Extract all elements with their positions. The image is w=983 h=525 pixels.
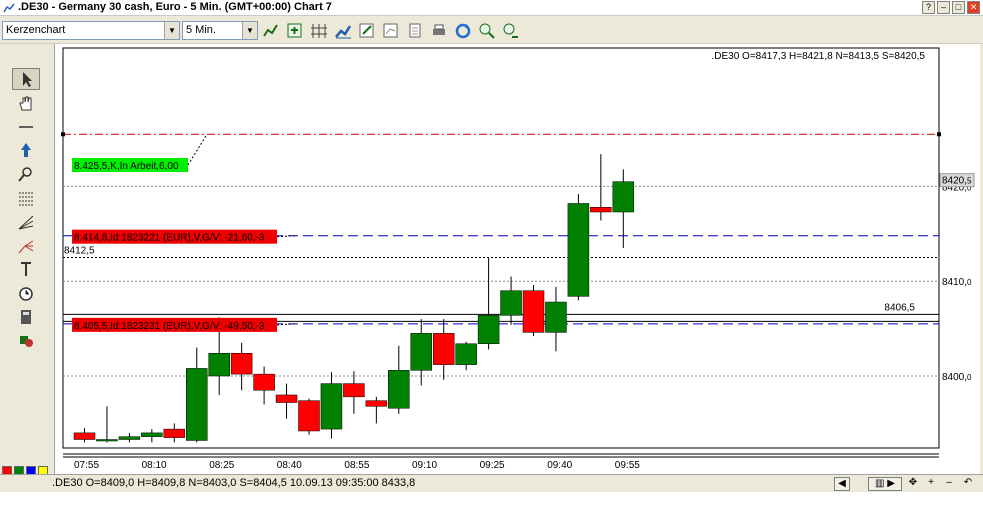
refresh-icon[interactable] (454, 22, 472, 40)
x-tick-label: 09:25 (480, 460, 505, 471)
print-icon[interactable] (430, 22, 448, 40)
candle-down (73, 432, 96, 440)
current-price-decimal: 5 (967, 177, 972, 186)
y-tick-label: 8410,0 (942, 277, 972, 288)
copy-icon[interactable] (406, 22, 424, 40)
horizontal-line-icon[interactable] (12, 116, 40, 138)
zoom-icon[interactable] (12, 163, 40, 185)
indicator-icon[interactable] (262, 22, 280, 40)
compare-icon[interactable] (382, 22, 400, 40)
candle-down (275, 394, 298, 403)
drawing-tools (12, 68, 40, 368)
x-tick-label: 08:10 (142, 460, 167, 471)
toolbar: Kerzenchart ▼ 5 Min. ▼ (0, 16, 983, 44)
grid-icon[interactable] (310, 22, 328, 40)
level-label: 8412,5 (64, 246, 95, 257)
zoom-in-button[interactable]: + (924, 477, 938, 491)
candle-up (612, 181, 635, 213)
x-tick-label: 08:55 (344, 460, 369, 471)
candle-up (141, 432, 163, 437)
order-line-handle (937, 132, 941, 137)
candle-down (230, 352, 253, 375)
shapes-icon[interactable] (12, 330, 40, 352)
x-tick-label: 08:40 (277, 460, 302, 471)
timeframe-value: 5 Min. (186, 24, 216, 36)
order-label-text: 8.405,5,Id:1823231 (EUR),V,G/V: -49,50,-… (74, 321, 265, 332)
candle-up (96, 439, 118, 442)
add-indicator-icon[interactable] (286, 22, 304, 40)
x-tick-label: 09:40 (547, 460, 572, 471)
link-icon[interactable] (478, 22, 496, 40)
hand-icon[interactable] (12, 92, 40, 114)
candle-up (118, 436, 141, 440)
y-tick-decimal: 0 (967, 373, 972, 382)
x-tick-label: 08:25 (209, 460, 234, 471)
candle-down (343, 383, 365, 398)
candle-down (253, 373, 275, 391)
calculator-icon[interactable] (12, 306, 40, 328)
desktop-background (0, 492, 983, 525)
candle-up (410, 333, 432, 371)
y-tick-label: 8400,0 (942, 372, 972, 383)
fibonacci-icon[interactable] (12, 187, 40, 209)
candle-down (522, 290, 545, 333)
chart-panel[interactable]: 8.425,5,K,In Arbeit,6,00 8.414,8,Id:18232… (54, 44, 980, 474)
arrow-up-icon[interactable] (12, 139, 40, 161)
chart-app-icon (3, 3, 15, 13)
candle-up (388, 370, 410, 409)
chevron-down-icon[interactable]: ▼ (164, 22, 179, 39)
candle-up (208, 352, 230, 377)
help-button[interactable]: ? (922, 1, 935, 14)
move-icon[interactable]: ✥ (906, 477, 920, 491)
timeframe-select[interactable]: 5 Min. ▼ (182, 21, 258, 40)
candle-down (298, 400, 320, 432)
title-bar: .DE30 - Germany 30 cash, Euro - 5 Min. (… (0, 0, 983, 16)
candle-down (365, 400, 388, 407)
status-bar: .DE30 O=8409,0 H=8409,8 N=8403,0 S=8404,… (0, 474, 983, 492)
maximize-button[interactable]: □ (952, 1, 965, 14)
undo-icon[interactable]: ↶ (960, 477, 976, 491)
minimize-button[interactable]: – (937, 1, 950, 14)
scroll-left-button[interactable]: ◀ (834, 477, 850, 491)
trend-chart-icon[interactable] (334, 22, 352, 40)
edit-chart-icon[interactable] (358, 22, 376, 40)
scroll-right-button[interactable]: ▥ ▶ (868, 477, 902, 491)
chart-type-select[interactable]: Kerzenchart ▼ (2, 21, 180, 40)
chart-type-value: Kerzenchart (6, 24, 66, 36)
candle-down (163, 428, 186, 438)
chart-window: .DE30 - Germany 30 cash, Euro - 5 Min. (… (0, 0, 983, 525)
window-title: .DE30 - Germany 30 cash, Euro - 5 Min. (… (18, 1, 332, 13)
x-tick-label: 09:55 (615, 460, 640, 471)
level-label: 8406,5 (884, 302, 915, 313)
zoom-out-button[interactable]: – (942, 477, 956, 491)
candle-up (545, 301, 567, 333)
price-chart[interactable]: 8.425,5,K,In Arbeit,6,00 8.414,8,Id:18232… (55, 44, 981, 474)
candle-down (590, 207, 612, 213)
ohlc-header: .DE30 O=8417,3 H=8421,8 N=8413,5 S=8420,… (711, 51, 925, 62)
status-ohlc: .DE30 O=8409,0 H=8409,8 N=8403,0 S=8404,… (52, 477, 416, 489)
order-line-handle (61, 132, 65, 137)
candle-up (320, 383, 343, 430)
current-price-label: 8420,5 (942, 176, 972, 187)
candle-up (500, 290, 522, 316)
candle-down (432, 333, 455, 365)
cursor-icon[interactable] (12, 68, 40, 90)
candle-up (455, 343, 477, 365)
order-label-text: 8.414,8,Id:1823221 (EUR),V,G/V: -21,60,-… (74, 233, 265, 244)
pitchfork-icon[interactable] (12, 235, 40, 257)
chevron-down-icon[interactable]: ▼ (242, 22, 257, 39)
order-label-text: 8.425,5,K,In Arbeit,6,00 (74, 161, 179, 172)
fan-icon[interactable] (12, 211, 40, 233)
x-tick-label: 09:10 (412, 460, 437, 471)
x-tick-label: 07:55 (74, 460, 99, 471)
candle-up (477, 315, 500, 345)
text-icon[interactable] (12, 258, 40, 280)
unlink-icon[interactable] (502, 22, 520, 40)
candle-up (186, 368, 208, 441)
alarm-clock-icon[interactable] (12, 282, 40, 304)
y-tick-decimal: 0 (967, 278, 972, 287)
close-button[interactable]: ✕ (967, 1, 980, 14)
candle-up (567, 203, 590, 297)
